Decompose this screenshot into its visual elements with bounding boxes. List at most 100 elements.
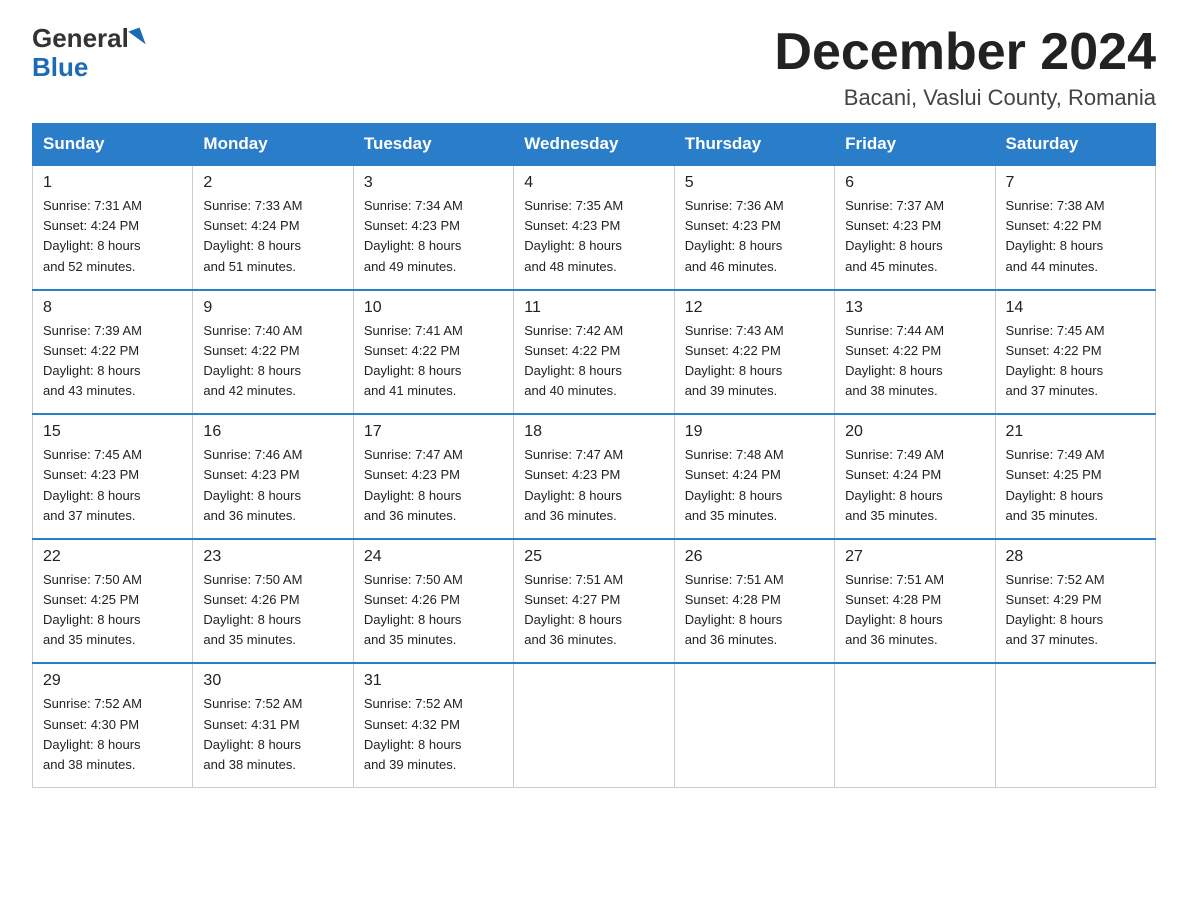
day-info: Sunrise: 7:50 AM Sunset: 4:26 PM Dayligh… [364,570,503,651]
day-info: Sunrise: 7:39 AM Sunset: 4:22 PM Dayligh… [43,321,182,402]
table-row: 30 Sunrise: 7:52 AM Sunset: 4:31 PM Dayl… [193,663,353,787]
day-info: Sunrise: 7:36 AM Sunset: 4:23 PM Dayligh… [685,196,824,277]
table-row: 1 Sunrise: 7:31 AM Sunset: 4:24 PM Dayli… [33,165,193,290]
calendar-week-row: 15 Sunrise: 7:45 AM Sunset: 4:23 PM Dayl… [33,414,1156,539]
day-info: Sunrise: 7:51 AM Sunset: 4:28 PM Dayligh… [685,570,824,651]
day-info: Sunrise: 7:50 AM Sunset: 4:26 PM Dayligh… [203,570,342,651]
table-row: 20 Sunrise: 7:49 AM Sunset: 4:24 PM Dayl… [835,414,995,539]
day-number: 18 [524,423,663,441]
day-number: 26 [685,548,824,566]
table-row: 2 Sunrise: 7:33 AM Sunset: 4:24 PM Dayli… [193,165,353,290]
day-number: 8 [43,299,182,317]
day-number: 20 [845,423,984,441]
day-number: 9 [203,299,342,317]
table-row: 19 Sunrise: 7:48 AM Sunset: 4:24 PM Dayl… [674,414,834,539]
logo-arrow-icon [128,28,145,49]
day-info: Sunrise: 7:49 AM Sunset: 4:25 PM Dayligh… [1006,445,1145,526]
logo-blue-text: Blue [32,52,88,82]
day-number: 29 [43,672,182,690]
table-row: 31 Sunrise: 7:52 AM Sunset: 4:32 PM Dayl… [353,663,513,787]
day-info: Sunrise: 7:46 AM Sunset: 4:23 PM Dayligh… [203,445,342,526]
day-number: 17 [364,423,503,441]
day-number: 28 [1006,548,1145,566]
day-info: Sunrise: 7:42 AM Sunset: 4:22 PM Dayligh… [524,321,663,402]
day-info: Sunrise: 7:52 AM Sunset: 4:31 PM Dayligh… [203,694,342,775]
day-number: 25 [524,548,663,566]
table-row [674,663,834,787]
table-row: 25 Sunrise: 7:51 AM Sunset: 4:27 PM Dayl… [514,539,674,664]
table-row: 29 Sunrise: 7:52 AM Sunset: 4:30 PM Dayl… [33,663,193,787]
day-number: 1 [43,174,182,192]
col-thursday: Thursday [674,124,834,166]
day-number: 12 [685,299,824,317]
day-info: Sunrise: 7:34 AM Sunset: 4:23 PM Dayligh… [364,196,503,277]
calendar-week-row: 29 Sunrise: 7:52 AM Sunset: 4:30 PM Dayl… [33,663,1156,787]
table-row [995,663,1155,787]
day-info: Sunrise: 7:44 AM Sunset: 4:22 PM Dayligh… [845,321,984,402]
day-info: Sunrise: 7:45 AM Sunset: 4:23 PM Dayligh… [43,445,182,526]
day-info: Sunrise: 7:47 AM Sunset: 4:23 PM Dayligh… [364,445,503,526]
day-number: 2 [203,174,342,192]
day-info: Sunrise: 7:47 AM Sunset: 4:23 PM Dayligh… [524,445,663,526]
table-row: 9 Sunrise: 7:40 AM Sunset: 4:22 PM Dayli… [193,290,353,415]
day-number: 7 [1006,174,1145,192]
calendar-week-row: 8 Sunrise: 7:39 AM Sunset: 4:22 PM Dayli… [33,290,1156,415]
day-info: Sunrise: 7:37 AM Sunset: 4:23 PM Dayligh… [845,196,984,277]
calendar-week-row: 1 Sunrise: 7:31 AM Sunset: 4:24 PM Dayli… [33,165,1156,290]
day-info: Sunrise: 7:38 AM Sunset: 4:22 PM Dayligh… [1006,196,1145,277]
table-row: 24 Sunrise: 7:50 AM Sunset: 4:26 PM Dayl… [353,539,513,664]
table-row: 14 Sunrise: 7:45 AM Sunset: 4:22 PM Dayl… [995,290,1155,415]
day-number: 6 [845,174,984,192]
day-info: Sunrise: 7:52 AM Sunset: 4:29 PM Dayligh… [1006,570,1145,651]
table-row: 4 Sunrise: 7:35 AM Sunset: 4:23 PM Dayli… [514,165,674,290]
day-info: Sunrise: 7:49 AM Sunset: 4:24 PM Dayligh… [845,445,984,526]
table-row: 16 Sunrise: 7:46 AM Sunset: 4:23 PM Dayl… [193,414,353,539]
day-number: 5 [685,174,824,192]
table-row: 22 Sunrise: 7:50 AM Sunset: 4:25 PM Dayl… [33,539,193,664]
day-number: 21 [1006,423,1145,441]
day-number: 14 [1006,299,1145,317]
table-row: 21 Sunrise: 7:49 AM Sunset: 4:25 PM Dayl… [995,414,1155,539]
day-number: 27 [845,548,984,566]
table-row: 5 Sunrise: 7:36 AM Sunset: 4:23 PM Dayli… [674,165,834,290]
col-sunday: Sunday [33,124,193,166]
table-row: 3 Sunrise: 7:34 AM Sunset: 4:23 PM Dayli… [353,165,513,290]
day-number: 4 [524,174,663,192]
day-number: 31 [364,672,503,690]
day-number: 10 [364,299,503,317]
logo: GeneralBlue [32,24,143,81]
day-info: Sunrise: 7:43 AM Sunset: 4:22 PM Dayligh… [685,321,824,402]
table-row: 7 Sunrise: 7:38 AM Sunset: 4:22 PM Dayli… [995,165,1155,290]
page-subtitle: Bacani, Vaslui County, Romania [774,85,1156,111]
day-number: 24 [364,548,503,566]
table-row: 27 Sunrise: 7:51 AM Sunset: 4:28 PM Dayl… [835,539,995,664]
table-row: 18 Sunrise: 7:47 AM Sunset: 4:23 PM Dayl… [514,414,674,539]
day-number: 22 [43,548,182,566]
day-info: Sunrise: 7:45 AM Sunset: 4:22 PM Dayligh… [1006,321,1145,402]
day-info: Sunrise: 7:52 AM Sunset: 4:30 PM Dayligh… [43,694,182,775]
col-friday: Friday [835,124,995,166]
title-area: December 2024 Bacani, Vaslui County, Rom… [774,24,1156,111]
page-title: December 2024 [774,24,1156,81]
table-row: 8 Sunrise: 7:39 AM Sunset: 4:22 PM Dayli… [33,290,193,415]
day-number: 13 [845,299,984,317]
table-row: 10 Sunrise: 7:41 AM Sunset: 4:22 PM Dayl… [353,290,513,415]
day-info: Sunrise: 7:50 AM Sunset: 4:25 PM Dayligh… [43,570,182,651]
calendar-table: Sunday Monday Tuesday Wednesday Thursday… [32,123,1156,788]
day-info: Sunrise: 7:52 AM Sunset: 4:32 PM Dayligh… [364,694,503,775]
col-monday: Monday [193,124,353,166]
table-row: 11 Sunrise: 7:42 AM Sunset: 4:22 PM Dayl… [514,290,674,415]
day-info: Sunrise: 7:33 AM Sunset: 4:24 PM Dayligh… [203,196,342,277]
calendar-header-row: Sunday Monday Tuesday Wednesday Thursday… [33,124,1156,166]
table-row: 13 Sunrise: 7:44 AM Sunset: 4:22 PM Dayl… [835,290,995,415]
col-wednesday: Wednesday [514,124,674,166]
table-row: 15 Sunrise: 7:45 AM Sunset: 4:23 PM Dayl… [33,414,193,539]
day-number: 23 [203,548,342,566]
day-number: 3 [364,174,503,192]
col-tuesday: Tuesday [353,124,513,166]
day-info: Sunrise: 7:41 AM Sunset: 4:22 PM Dayligh… [364,321,503,402]
day-info: Sunrise: 7:35 AM Sunset: 4:23 PM Dayligh… [524,196,663,277]
day-number: 15 [43,423,182,441]
day-number: 11 [524,299,663,317]
calendar-week-row: 22 Sunrise: 7:50 AM Sunset: 4:25 PM Dayl… [33,539,1156,664]
